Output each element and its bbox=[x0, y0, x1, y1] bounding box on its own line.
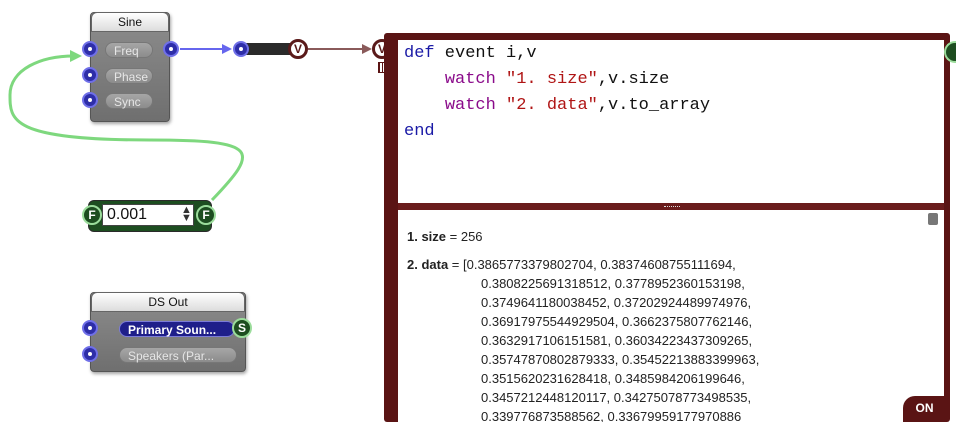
data-line-0: 2. data = [0.3865773379802704, 0.3837460… bbox=[407, 257, 736, 272]
float-out-port[interactable]: F bbox=[196, 205, 216, 225]
phase-input-label: Phase bbox=[105, 68, 153, 84]
ds-out-title: DS Out bbox=[91, 292, 245, 312]
panel-splitter[interactable] bbox=[398, 203, 944, 210]
ds-out-s-port[interactable]: S bbox=[232, 318, 252, 338]
sine-freq-port[interactable] bbox=[82, 41, 98, 57]
data-line-4: 0.3632917106151581, 0.36034223437309265, bbox=[481, 333, 753, 348]
sine-sync-port[interactable] bbox=[82, 92, 98, 108]
float-value-field[interactable]: 0.001 ▲ ▼ bbox=[102, 204, 194, 226]
code-watch-2: watch bbox=[444, 96, 496, 115]
size-value: = 256 bbox=[446, 229, 483, 244]
float-value: 0.001 bbox=[107, 206, 148, 223]
float-spinner-icon[interactable]: ▲ ▼ bbox=[181, 205, 192, 224]
code-end-keyword: end bbox=[404, 122, 435, 141]
sine-out-arrow bbox=[222, 44, 232, 54]
size-line: 1. size = 256 bbox=[407, 229, 483, 244]
sine-out-port[interactable] bbox=[163, 41, 179, 57]
code-line2-rest: ,v.size bbox=[597, 70, 670, 89]
data-label: 2. data bbox=[407, 257, 449, 272]
code-editor[interactable]: def event i,v watch "1. size",v.size wat… bbox=[398, 40, 944, 203]
size-label: 1. size bbox=[407, 229, 447, 244]
code-line3-rest: ,v.to_array bbox=[597, 96, 711, 115]
sine-module[interactable]: Sine Freq Phase Sync bbox=[90, 12, 170, 122]
speakers-device[interactable]: Speakers (Par... bbox=[119, 347, 237, 363]
freq-input-label: Freq bbox=[105, 42, 153, 58]
code-string-1: "1. size" bbox=[506, 70, 598, 89]
link-v-port[interactable]: V bbox=[288, 39, 308, 59]
data-line-7: 0.3457212448120117, 0.34275078773498535, bbox=[481, 390, 752, 405]
data-line-3: 0.36917975544929504, 0.3662375807762146, bbox=[481, 314, 753, 329]
sine-title: Sine bbox=[91, 12, 169, 32]
ds-out-in-port-1[interactable] bbox=[82, 320, 98, 336]
link-in-port[interactable] bbox=[233, 41, 249, 57]
data-line-1: 0.3808225691318512, 0.3778952360153198, bbox=[481, 276, 745, 291]
ds-out-module[interactable]: DS Out Primary Soun... Speakers (Par... bbox=[90, 292, 246, 372]
code-watch-1: watch bbox=[444, 70, 496, 89]
primary-sound-device[interactable]: Primary Soun... bbox=[119, 321, 235, 337]
v-wire-arrow bbox=[362, 44, 372, 54]
sync-input-label: Sync bbox=[105, 93, 153, 109]
data-line-8: 0.339776873588562, 0.33679959177970886 bbox=[481, 409, 742, 422]
data-line-2: 0.3749641180038452, 0.37202924489974976, bbox=[481, 295, 752, 310]
data-line-6: 0.3515620231628418, 0.3485984206199646, bbox=[481, 371, 745, 386]
code-line1-rest: event i,v bbox=[434, 44, 537, 63]
link-bar bbox=[245, 43, 290, 55]
float-in-port[interactable]: F bbox=[82, 205, 102, 225]
data-value-0: = [0.3865773379802704, 0.383746087551116… bbox=[448, 257, 736, 272]
data-line-5: 0.35747870802879333, 0.35452213883399963… bbox=[481, 352, 760, 367]
splitter-grip-icon bbox=[664, 206, 680, 208]
code-string-2: "2. data" bbox=[506, 96, 598, 115]
code-def-keyword: def bbox=[404, 44, 435, 63]
float-wire-arrow bbox=[70, 50, 82, 62]
output-scrollbar[interactable] bbox=[928, 213, 938, 225]
on-toggle-button[interactable]: ON bbox=[903, 396, 946, 422]
sine-phase-port[interactable] bbox=[82, 67, 98, 83]
watch-output: 1. size = 256 2. data = [0.3865773379802… bbox=[398, 210, 944, 422]
ds-out-in-port-2[interactable] bbox=[82, 346, 98, 362]
